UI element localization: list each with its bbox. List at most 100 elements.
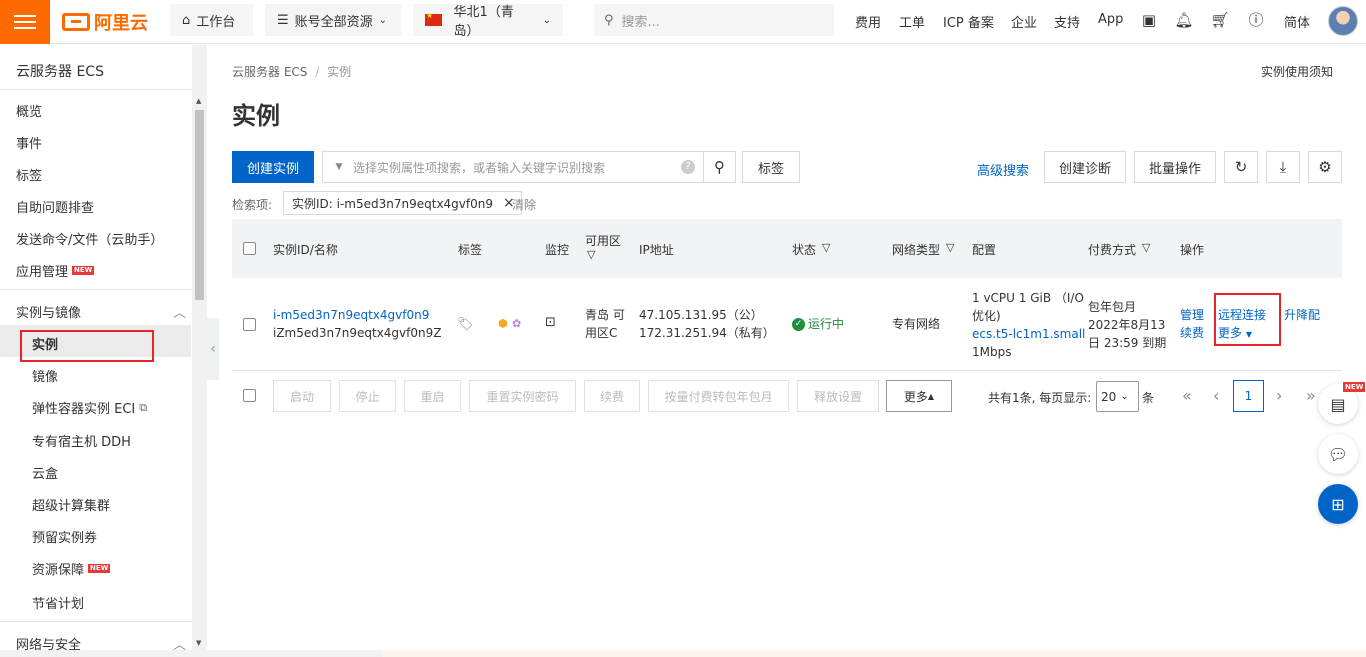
sidebar-item-cloudbox[interactable]: 云盒 <box>32 463 58 482</box>
sidebar-item-tags[interactable]: 标签 <box>16 165 42 184</box>
sidebar-item-overview[interactable]: 概览 <box>16 101 42 120</box>
upgrade-downgrade-link[interactable]: 升降配 <box>1284 306 1320 324</box>
last-page-icon[interactable]: » <box>1306 386 1316 405</box>
scroll-up-icon[interactable]: ▲ <box>196 97 201 105</box>
first-page-icon[interactable]: « <box>1182 386 1192 405</box>
instance-id-link[interactable]: i-m5ed3n7n9eqtx4gvf0n9 <box>273 306 441 324</box>
sidebar-item-capacity[interactable]: 资源保障 NEW <box>32 559 111 578</box>
bell-icon[interactable]: 🔔︎ <box>1174 10 1194 30</box>
avatar[interactable] <box>1328 6 1358 36</box>
bulk-select-checkbox[interactable] <box>243 389 256 402</box>
flower-icon[interactable]: ✿ <box>512 315 521 333</box>
prev-page-icon[interactable]: ‹ <box>1213 386 1219 405</box>
start-button[interactable]: 启动 <box>273 380 331 412</box>
global-search-input[interactable]: ⚲ 搜索... <box>594 4 834 36</box>
floating-apps-button[interactable]: ⊞ <box>1318 484 1358 524</box>
caret-down-icon[interactable]: ▼ <box>329 162 349 172</box>
sidebar-item-scc[interactable]: 超级计算集群 <box>32 495 110 514</box>
tag-filter-button[interactable]: 标签 <box>742 151 800 183</box>
restart-button[interactable]: 重启 <box>404 380 461 412</box>
sidebar-item-savings[interactable]: 节省计划 <box>32 593 84 612</box>
scroll-down-icon[interactable]: ▼ <box>196 639 201 647</box>
workbench-button[interactable]: ⌂ 工作台 <box>170 4 253 36</box>
tag-icon[interactable]: 🏷︎ <box>457 316 474 334</box>
sidebar-item-cloud-assistant[interactable]: 发送命令/文件（云助手） <box>16 229 163 248</box>
advanced-search-link[interactable]: 高级搜索 <box>977 160 1029 179</box>
sidebar-item-ddh[interactable]: 专有宿主机 DDH <box>32 431 131 450</box>
sidebar-item-troubleshoot[interactable]: 自助问题排查 <box>16 197 94 216</box>
filter-icon[interactable]: ▽ <box>587 248 595 261</box>
status-label: 运行中 <box>808 317 845 331</box>
renew-button[interactable]: 续费 <box>584 380 640 412</box>
header-status: 状态 <box>792 243 817 257</box>
page-title: 实例 <box>232 102 280 130</box>
create-instance-button[interactable]: 创建实例 <box>232 151 314 183</box>
filter-icon[interactable]: ▽ <box>822 241 830 254</box>
region-selector[interactable]: 华北1（青岛） ⌄ <box>413 4 563 39</box>
stop-button[interactable]: 停止 <box>339 380 396 412</box>
sidebar-item-label: 资源保障 <box>32 563 85 578</box>
nav-ticket[interactable]: 工单 <box>899 12 925 31</box>
sidebar-item-reserved[interactable]: 预留实例券 <box>32 527 97 546</box>
book-icon: ▤ <box>1330 394 1346 414</box>
batch-operation-button[interactable]: 批量操作 <box>1134 151 1216 183</box>
clear-filters-link[interactable]: 清除 <box>512 196 536 213</box>
sidebar-item-label: 发送命令/文件（云助手） <box>16 233 164 248</box>
create-diagnosis-button[interactable]: 创建诊断 <box>1044 151 1126 183</box>
download-icon[interactable]: ⤓ <box>1266 151 1300 183</box>
resource-selector[interactable]: ☰ 账号全部资源 ⌄ <box>265 4 401 36</box>
expiry-line: 日 23:59 到期 <box>1088 336 1167 350</box>
reset-password-button[interactable]: 重置实例密码 <box>469 380 576 412</box>
row-checkbox[interactable] <box>243 318 256 331</box>
nav-billing[interactable]: 费用 <box>855 12 881 31</box>
terminal-icon[interactable]: ▣ <box>1139 10 1159 30</box>
more-button[interactable]: 更多 ▲ <box>886 380 952 412</box>
filter-icon[interactable]: ▽ <box>946 241 954 254</box>
instance-search-input[interactable]: ▼ 选择实例属性项搜索，或者输入关键字识别搜索 ? ⚲ <box>322 151 736 183</box>
instance-type-link[interactable]: ecs.t5-lc1m1.small <box>972 325 1085 343</box>
renew-link[interactable]: 续费 <box>1180 324 1204 342</box>
page-size-select[interactable]: 20 ⌄ <box>1096 381 1139 412</box>
header-actions: 操作 <box>1180 243 1205 257</box>
public-ip: 47.105.131.95（公） <box>639 308 763 322</box>
select-all-checkbox[interactable] <box>243 242 256 255</box>
filter-label: 检索项: <box>232 198 273 212</box>
menu-icon[interactable] <box>0 0 50 44</box>
search-placeholder: 搜索... <box>621 14 660 30</box>
nav-enterprise[interactable]: 企业 <box>1011 12 1037 31</box>
page-1-button[interactable]: 1 <box>1233 380 1264 412</box>
sidebar-group-instances[interactable]: 实例与镜像 ︿ <box>16 302 186 321</box>
logo[interactable]: 阿里云 <box>62 10 148 34</box>
sidebar-collapse-handle[interactable]: ‹ <box>207 318 219 380</box>
sidebar-item-images[interactable]: 镜像 <box>32 366 58 385</box>
release-settings-button[interactable]: 释放设置 <box>797 380 879 412</box>
language-switch[interactable]: 简体 <box>1284 12 1310 31</box>
security-badge-icon[interactable]: ⬢ <box>498 315 508 333</box>
nav-icp[interactable]: ICP 备案 <box>943 12 994 31</box>
chevron-down-icon: ⌄ <box>1120 391 1129 402</box>
nav-app[interactable]: App <box>1098 12 1123 27</box>
filter-icon[interactable]: ▽ <box>1142 241 1150 254</box>
cart-icon[interactable]: 🛒︎ <box>1210 10 1230 30</box>
private-ip: 172.31.251.94（私有） <box>639 326 775 340</box>
sidebar-scrollbar-thumb[interactable] <box>195 110 204 300</box>
sidebar-item-app-management[interactable]: 应用管理 NEW <box>16 261 95 280</box>
help-icon[interactable]: ? <box>681 160 695 174</box>
manage-link[interactable]: 管理 <box>1180 306 1204 324</box>
breadcrumb-root[interactable]: 云服务器 ECS <box>232 65 307 79</box>
search-button[interactable]: ⚲ <box>703 152 735 182</box>
logo-mark-icon <box>62 13 90 31</box>
settings-gear-icon[interactable]: ⚙ <box>1308 151 1342 183</box>
floating-chat-button[interactable]: 💬︎ <box>1318 434 1358 474</box>
sidebar-item-eci[interactable]: 弹性容器实例 ECI ⧉ <box>32 398 147 418</box>
nav-support[interactable]: 支持 <box>1054 12 1080 31</box>
next-page-icon[interactable]: › <box>1276 386 1282 405</box>
convert-billing-button[interactable]: 按量付费转包年包月 <box>648 380 789 412</box>
monitor-chart-icon[interactable]: ⊡ <box>545 314 556 332</box>
header-network: 网络类型 <box>892 243 941 257</box>
sidebar-item-events[interactable]: 事件 <box>16 133 42 152</box>
refresh-icon[interactable]: ↻ <box>1224 151 1258 183</box>
header-ip: IP地址 <box>639 243 674 257</box>
help-icon[interactable]: ⓘ <box>1246 10 1266 30</box>
instance-notice-link[interactable]: 实例使用须知 <box>1261 63 1333 80</box>
